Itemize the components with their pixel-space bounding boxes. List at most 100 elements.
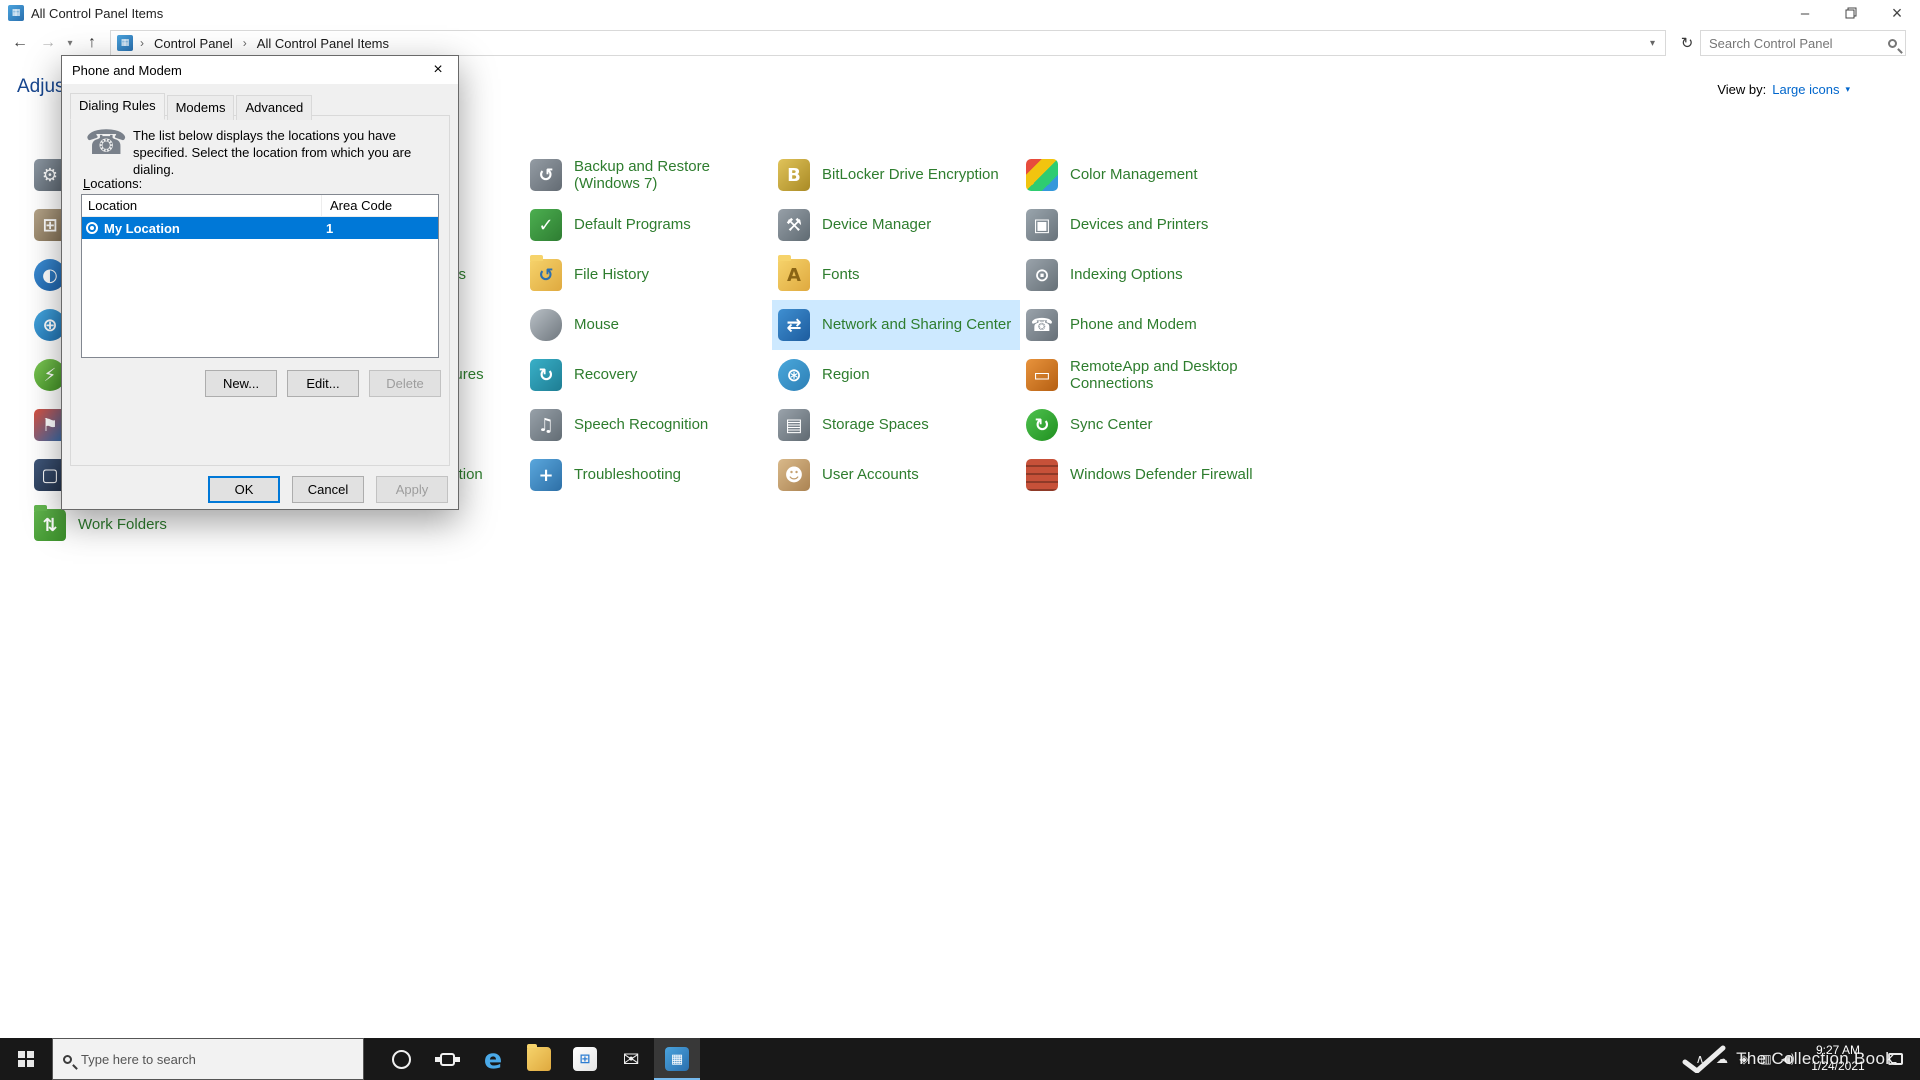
locations-list[interactable]: Location Area Code My Location 1: [81, 194, 439, 358]
view-by-control: View by: Large icons ▾: [1717, 82, 1850, 97]
edit-button[interactable]: Edit...: [287, 370, 359, 397]
refresh-button[interactable]: ↻: [1674, 34, 1700, 52]
control-panel-item[interactable]: ⊙ Indexing Options: [1020, 250, 1268, 300]
storage-spaces-icon: ▤: [778, 409, 810, 441]
dialog-title-bar: Phone and Modem ×: [62, 56, 458, 84]
control-panel-item[interactable]: ▤ Storage Spaces: [772, 400, 1020, 450]
tab-advanced[interactable]: Advanced: [236, 95, 313, 120]
address-dropdown-icon[interactable]: ▾: [1646, 38, 1659, 49]
remoteapp-icon: ▭: [1026, 359, 1058, 391]
fonts-icon: A: [778, 255, 810, 291]
control-panel-item[interactable]: Windows Defender Firewall: [1020, 450, 1268, 500]
locations-list-rows: My Location 1: [82, 217, 438, 239]
search-box[interactable]: [1700, 30, 1906, 56]
indexing-options-icon: ⊙: [1026, 259, 1058, 291]
control-panel-item[interactable]: ♫ Speech Recognition: [524, 400, 772, 450]
control-panel-item[interactable]: ↻ Recovery: [524, 350, 772, 400]
recovery-icon: ↻: [530, 359, 562, 391]
locations-label: Locations:: [83, 176, 143, 191]
control-panel-item[interactable]: ☻ User Accounts: [772, 450, 1020, 500]
control-panel-item[interactable]: ↺ File History: [524, 250, 772, 300]
dialog-description: The list below displays the locations yo…: [133, 128, 412, 177]
delete-button[interactable]: Delete: [369, 370, 441, 397]
volume-icon[interactable]: ◀): [1777, 1052, 1799, 1066]
view-by-label: View by:: [1717, 82, 1767, 97]
backup-and-restore-icon: ↺: [530, 159, 562, 191]
user-accounts-icon: ☻: [778, 459, 810, 491]
clock-time: 9:27 AM: [1815, 1043, 1861, 1058]
ok-button[interactable]: OK: [208, 476, 280, 503]
taskbar-mail-button[interactable]: ✉: [608, 1038, 654, 1080]
restore-icon: [1845, 7, 1857, 19]
address-bar[interactable]: ▦ › Control Panel › All Control Panel It…: [110, 30, 1666, 56]
breadcrumb-all-control-panel-items[interactable]: All Control Panel Items: [254, 34, 392, 53]
action-center-button[interactable]: [1877, 1053, 1913, 1065]
taskbar-task-view-button[interactable]: [424, 1038, 470, 1080]
phone-and-modem-dialog: Phone and Modem × Dialing Rules Modems Adv…: [61, 55, 459, 510]
network-sharing-center-icon: ⇄: [778, 309, 810, 341]
taskbar-edge-button[interactable]: e: [470, 1038, 516, 1080]
apply-button[interactable]: Apply: [376, 476, 448, 503]
windows-defender-firewall-icon: [1026, 459, 1058, 491]
hidden-icons-chevron[interactable]: ∧: [1689, 1052, 1711, 1066]
maximize-restore-button[interactable]: [1828, 0, 1874, 26]
locations-list-header: Location Area Code: [82, 195, 438, 217]
devices-and-printers-icon: ▣: [1026, 209, 1058, 241]
tab-modems[interactable]: Modems: [166, 95, 235, 120]
taskbar-store-button[interactable]: ⊞: [562, 1038, 608, 1080]
control-panel-item[interactable]: ⊛ Region: [772, 350, 1020, 400]
up-button[interactable]: ↑: [78, 34, 106, 52]
troubleshooting-icon: +: [530, 459, 562, 491]
taskbar-search-input[interactable]: [81, 1051, 353, 1067]
mail-icon: ✉: [622, 1047, 640, 1071]
control-panel-item[interactable]: ⇄ Network and Sharing Center: [772, 300, 1020, 350]
control-panel-item[interactable]: ☎ Phone and Modem: [1020, 300, 1268, 350]
control-panel-item[interactable]: ✓ Default Programs: [524, 200, 772, 250]
minimize-button[interactable]: –: [1782, 0, 1828, 26]
control-panel-item[interactable]: A Fonts: [772, 250, 1020, 300]
start-button[interactable]: [0, 1038, 52, 1080]
location-column-header[interactable]: Location: [82, 195, 322, 216]
recent-locations-dropdown[interactable]: ▾: [62, 38, 78, 49]
back-button[interactable]: ←: [6, 34, 34, 52]
phone-icon: ☎: [85, 123, 128, 163]
area-code-column-header[interactable]: Area Code: [322, 195, 438, 216]
bitlocker-icon: B: [778, 159, 810, 191]
location-row[interactable]: My Location 1: [82, 217, 438, 239]
taskbar-control-panel-button[interactable]: ▦: [654, 1038, 700, 1080]
sync-center-icon: ↻: [1026, 409, 1058, 441]
control-panel-item[interactable]: + Troubleshooting: [524, 450, 772, 500]
view-by-value[interactable]: Large icons: [1772, 82, 1839, 97]
defender-icon[interactable]: ◈: [1733, 1052, 1755, 1066]
taskbar-cortana-button[interactable]: [378, 1038, 424, 1080]
taskbar-clock[interactable]: 9:27 AM 1/24/2021: [1799, 1043, 1877, 1074]
location-name: My Location: [104, 220, 180, 236]
control-panel-item[interactable]: ▭ RemoteApp and Desktop Connections: [1020, 350, 1268, 400]
control-panel-item[interactable]: ↻ Sync Center: [1020, 400, 1268, 450]
new-button[interactable]: New...: [205, 370, 277, 397]
breadcrumb-control-panel[interactable]: Control Panel: [151, 34, 236, 53]
control-panel-item[interactable]: ▣ Devices and Printers: [1020, 200, 1268, 250]
cancel-button[interactable]: Cancel: [292, 476, 364, 503]
taskbar-file-explorer-button[interactable]: [516, 1038, 562, 1080]
onedrive-icon[interactable]: ☁: [1711, 1052, 1733, 1066]
control-panel-item[interactable]: ⚒ Device Manager: [772, 200, 1020, 250]
dialog-close-button[interactable]: ×: [418, 56, 458, 84]
file-explorer-icon: [527, 1044, 551, 1071]
store-icon: ⊞: [573, 1047, 597, 1071]
search-input[interactable]: [1709, 35, 1888, 51]
control-panel-item[interactable]: B BitLocker Drive Encryption: [772, 150, 1020, 200]
windows-logo-icon: [18, 1051, 34, 1067]
forward-button[interactable]: →: [34, 34, 62, 52]
close-button[interactable]: ×: [1874, 0, 1920, 26]
control-panel-item[interactable]: Color Management: [1020, 150, 1268, 200]
task-view-icon: [439, 1052, 455, 1066]
cortana-icon: [391, 1049, 411, 1069]
taskbar-search-box[interactable]: [52, 1038, 364, 1080]
tab-dialing-rules[interactable]: Dialing Rules: [70, 93, 165, 120]
control-panel-item[interactable]: ↺ Backup and Restore (Windows 7): [524, 150, 772, 200]
speech-recognition-icon: ♫: [530, 409, 562, 441]
chevron-down-icon[interactable]: ▾: [1845, 84, 1850, 95]
control-panel-item[interactable]: Mouse: [524, 300, 772, 350]
network-icon[interactable]: ▥: [1755, 1052, 1777, 1066]
